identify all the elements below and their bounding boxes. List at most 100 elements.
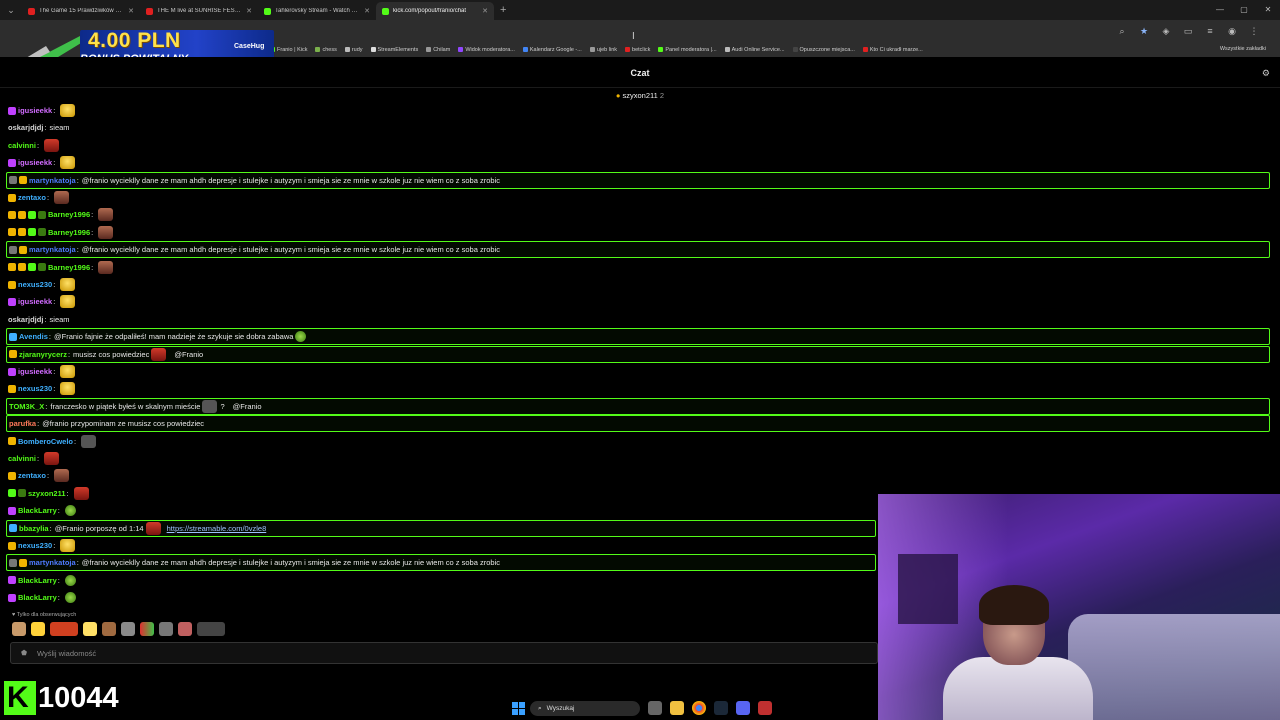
chat-username[interactable]: igusieekk (18, 367, 52, 376)
chat-message[interactable]: zjaranyrycerz: musisz cos powiedziec @Fran… (6, 345, 1270, 363)
chat-username[interactable]: calvinni (8, 141, 36, 150)
minimize-icon[interactable]: — (1208, 0, 1232, 20)
chat-message[interactable]: martynkatoja: @franio wycieklly dane ze m… (6, 241, 1270, 259)
bookmark-star-icon[interactable]: ★ (1138, 25, 1150, 37)
bookmark-item[interactable]: Kto Ci ukradł marze... (862, 47, 923, 53)
browser-tab[interactable]: Tahlerovsky Stream - Watch Li... ✕ (258, 2, 376, 20)
chat-username[interactable]: zentaxo (18, 193, 46, 202)
chat-message[interactable]: BlackLarry: (8, 572, 76, 589)
chrome-icon[interactable] (692, 701, 706, 715)
chat-username[interactable]: igusieekk (18, 158, 52, 167)
chat-username[interactable]: Barney1996 (48, 210, 90, 219)
chat-username[interactable]: nexus230 (18, 280, 52, 289)
chat-message[interactable]: calvinni: (8, 450, 60, 467)
chat-message[interactable]: Barney1996: (8, 206, 114, 223)
discord-icon[interactable] (736, 701, 750, 715)
chat-message[interactable]: BlackLarry: (8, 502, 76, 519)
chat-message[interactable]: nexus230: (8, 537, 76, 554)
chat-mention[interactable]: @Franio (174, 350, 203, 359)
chat-username[interactable]: TOM3K_X (9, 402, 44, 411)
close-tab-icon[interactable]: ✕ (364, 7, 370, 15)
file-explorer-icon[interactable] (670, 701, 684, 715)
bookmark-item[interactable]: Widok moderatora... (458, 47, 515, 53)
chat-username[interactable]: zentaxo (18, 471, 46, 480)
chat-username[interactable]: bbazylia (19, 524, 49, 533)
browser-tab[interactable]: kick.com/popout/franio/chat ✕ (376, 2, 494, 20)
chat-message[interactable]: igusieekk: (8, 293, 76, 310)
chat-username[interactable]: BlackLarry (18, 576, 57, 585)
chat-message[interactable]: bbazylia: @Franio porposzę od 1:14 https:/… (6, 519, 876, 537)
chat-message[interactable]: Barney1996: (8, 259, 114, 276)
chat-link[interactable]: https://streamable.com/0vzle8 (167, 524, 267, 533)
emote-icon[interactable] (178, 622, 192, 636)
chat-message[interactable]: BomberoCwelo: (8, 433, 97, 450)
bookmark-item[interactable]: ujeb link (589, 47, 617, 53)
emote-icon[interactable] (140, 622, 154, 636)
chat-message[interactable]: igusieekk: (8, 154, 76, 171)
chat-input-box[interactable]: ⬟ (10, 642, 878, 664)
chat-username[interactable]: calvinni (8, 454, 36, 463)
chat-username[interactable]: igusieekk (18, 106, 52, 115)
chat-mention[interactable]: @Franio (233, 402, 262, 411)
chat-username[interactable]: Barney1996 (48, 263, 90, 272)
menu-icon[interactable]: ≡ (1204, 25, 1216, 37)
chat-message[interactable]: oskarjdjdj: sieam (8, 311, 70, 328)
app-icon[interactable] (758, 701, 772, 715)
chat-users-icon[interactable]: ⚙ (1262, 68, 1270, 79)
chat-message[interactable]: zentaxo: (8, 189, 70, 206)
close-tab-icon[interactable]: ✕ (482, 7, 488, 15)
chat-username[interactable]: BlackLarry (18, 593, 57, 602)
bookmark-item[interactable]: Chilam (426, 47, 450, 53)
bookmark-item[interactable]: Franio | Kick (270, 47, 307, 53)
chat-message[interactable]: parufka: @franio przypominam ze musisz co… (6, 415, 1270, 433)
chat-message[interactable]: martynkatoja: @franio wycieklly dane ze m… (6, 171, 1270, 189)
bookmark-item[interactable]: StreamElements (370, 47, 418, 53)
chat-message[interactable]: szyxon211: (8, 485, 89, 502)
chat-message[interactable]: Avendis: @Franio fajnie że odpaliłeś! mam… (6, 328, 1270, 346)
sidebar-icon[interactable]: ▭ (1182, 25, 1194, 37)
bookmark-item[interactable]: rudy (344, 47, 363, 53)
task-view-icon[interactable] (648, 701, 662, 715)
more-options-icon[interactable]: ⋮ (1248, 25, 1260, 37)
chat-message[interactable]: TOM3K_X: franczesko w piątek byłeś w skal… (6, 397, 1270, 415)
chat-username[interactable]: BomberoCwelo (18, 437, 73, 446)
zoom-icon[interactable]: ⌕ (1116, 25, 1128, 37)
chat-username[interactable]: zjaranyrycerz (19, 350, 67, 359)
profile-avatar-icon[interactable]: ◉ (1226, 25, 1238, 37)
chat-username[interactable]: oskarjdjdj (8, 315, 43, 324)
tab-search-icon[interactable]: ⌄ (0, 5, 22, 16)
bookmark-item[interactable]: Kalendarz Google -... (522, 47, 582, 53)
chat-message[interactable]: calvinni: (8, 137, 60, 154)
chat-message-input[interactable] (37, 645, 857, 661)
chat-message[interactable]: nexus230: (8, 276, 76, 293)
close-tab-icon[interactable]: ✕ (246, 7, 252, 15)
emote-icon[interactable] (12, 622, 26, 636)
chat-username[interactable]: martynkatoja (29, 176, 76, 185)
chat-message[interactable]: BlackLarry: (8, 589, 76, 606)
all-bookmarks-button[interactable]: Wszystkie zakładki (1220, 46, 1266, 52)
emote-icon[interactable] (83, 622, 97, 636)
chat-username[interactable]: martynkatoja (29, 558, 76, 567)
bookmark-item[interactable]: betclick (625, 47, 650, 53)
new-tab-button[interactable]: + (494, 4, 512, 16)
chat-username[interactable]: nexus230 (18, 384, 52, 393)
chat-message[interactable]: martynkatoja: @franio wycieklly dane ze m… (6, 554, 876, 572)
emote-icon[interactable] (50, 622, 78, 636)
chat-username[interactable]: oskarjdjdj (8, 123, 43, 132)
close-tab-icon[interactable]: ✕ (128, 7, 134, 15)
emote-icon[interactable] (121, 622, 135, 636)
chat-username[interactable]: nexus230 (18, 541, 52, 550)
emote-icon[interactable] (197, 622, 225, 636)
maximize-icon[interactable]: ▢ (1232, 0, 1256, 20)
emote-icon[interactable] (31, 622, 45, 636)
bookmark-item[interactable]: chess (315, 47, 337, 53)
windows-start-icon[interactable] (512, 702, 525, 715)
chat-username[interactable]: Barney1996 (48, 228, 90, 237)
chat-username[interactable]: szyxon211 (28, 489, 66, 498)
emote-icon[interactable] (159, 622, 173, 636)
chat-username[interactable]: Avendis (19, 332, 48, 341)
chat-username[interactable]: BlackLarry (18, 506, 57, 515)
chat-message[interactable]: igusieekk: (8, 363, 76, 380)
chat-message[interactable]: igusieekk: (8, 102, 76, 119)
bookmark-item[interactable]: Opuszczone miejsca... (792, 47, 855, 53)
